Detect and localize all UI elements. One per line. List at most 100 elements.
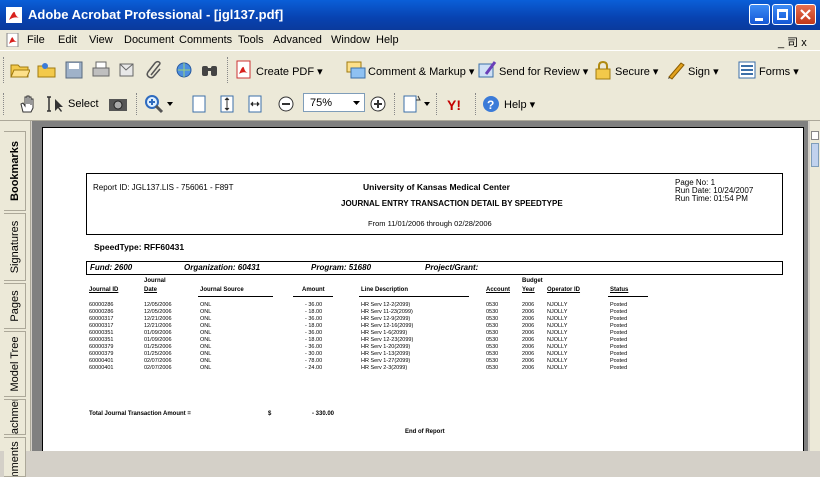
cell-account: 0530 — [486, 358, 499, 364]
navigation-toolbar: Select 75% Y! ? Help ▾ — [0, 88, 820, 121]
menu-tools[interactable]: Tools — [238, 34, 264, 46]
cell-year: 2006 — [522, 323, 535, 329]
hand-tool-icon[interactable] — [18, 94, 38, 114]
cell-description: HR Serv 2-3(2099) — [361, 365, 408, 371]
table-row: 60000286 12/05/2006 ONL - 36.00 HR Serv … — [43, 302, 743, 309]
cell-amount: - 24.00 — [305, 365, 323, 371]
cell-year: 2006 — [522, 316, 535, 322]
total-currency: $ — [268, 411, 272, 417]
rotate-view-icon[interactable] — [402, 94, 422, 114]
menu-edit[interactable]: Edit — [58, 34, 77, 46]
email-icon[interactable] — [118, 60, 138, 80]
tab-comments[interactable]: Comments — [4, 437, 26, 477]
find-binoculars-icon[interactable] — [200, 60, 220, 80]
snapshot-camera-icon[interactable] — [108, 94, 128, 114]
open-folder-icon[interactable] — [10, 60, 30, 80]
cell-amount: - 36.00 — [305, 302, 323, 308]
create-pdf-icon — [236, 60, 251, 79]
vertical-scrollbar[interactable] — [810, 121, 820, 451]
zoom-in-tool-icon[interactable] — [144, 94, 164, 114]
cell-description: HR Serv 12-23(2099) — [361, 337, 414, 343]
cell-amount: - 78.00 — [305, 358, 323, 364]
cell-source: ONL — [200, 344, 212, 350]
tab-attachments[interactable]: Attachments — [4, 399, 26, 435]
menu-comments[interactable]: Comments — [179, 34, 232, 46]
toolbar-grip[interactable] — [436, 93, 440, 115]
rotate-dropdown-arrow-icon[interactable] — [424, 101, 430, 107]
document-icon[interactable] — [6, 33, 20, 47]
select-cursor-icon — [47, 96, 63, 112]
menu-window[interactable]: Window — [331, 34, 370, 46]
minimize-icon — [755, 18, 763, 21]
comment-markup-label: Comment & Markup ▾ — [368, 66, 475, 78]
menu-view[interactable]: View — [89, 34, 113, 46]
cell-journal-id: 60000379 — [89, 351, 114, 357]
toolbar-grip[interactable] — [136, 93, 140, 115]
cell-status: Posted — [610, 323, 628, 329]
col-journal-date-top: Journal — [144, 278, 166, 284]
cell-source: ONL — [200, 358, 212, 364]
date-range: From 11/01/2006 through 02/28/2006 — [368, 219, 492, 228]
document-viewer[interactable]: Report ID: JGL137.LIS - 756061 - F89T Un… — [32, 121, 808, 451]
close-button[interactable] — [795, 4, 816, 25]
fit-width-icon[interactable] — [245, 94, 265, 114]
fit-page-icon[interactable] — [217, 94, 237, 114]
cell-operator: NJOLLY — [547, 316, 568, 322]
comment-markup-icon — [346, 61, 366, 79]
cell-amount: - 36.00 — [305, 316, 323, 322]
zoom-dropdown-arrow-icon[interactable] — [167, 101, 173, 107]
cell-description: HR Serv 11-23(2099) — [361, 309, 413, 315]
cell-operator: NJOLLY — [547, 365, 568, 371]
organizer-icon[interactable] — [37, 60, 57, 80]
menu-file[interactable]: File — [27, 34, 45, 46]
scroll-up-button[interactable] — [811, 131, 819, 140]
zoom-level-select[interactable]: 75% — [303, 93, 365, 112]
cell-operator: NJOLLY — [547, 323, 568, 329]
attach-icon[interactable] — [145, 60, 165, 80]
total-label: Total Journal Transaction Amount = — [89, 411, 191, 417]
actual-size-icon[interactable] — [189, 94, 209, 114]
zoom-in-icon[interactable] — [368, 94, 388, 114]
tab-model-tree[interactable]: Model Tree — [4, 331, 26, 397]
toolbar-grip[interactable] — [3, 57, 7, 83]
header-underline — [198, 296, 273, 297]
cell-journal-id: 60000401 — [89, 358, 114, 364]
menu-document[interactable]: Document — [124, 34, 174, 46]
cell-year: 2006 — [522, 302, 535, 308]
tab-bookmarks[interactable]: Bookmarks — [4, 131, 26, 211]
scroll-thumb[interactable] — [811, 143, 819, 167]
print-icon[interactable] — [91, 60, 111, 80]
toolbar-grip[interactable] — [394, 93, 398, 115]
zoom-level-value: 75% — [310, 97, 333, 109]
cell-journal-id: 60000317 — [89, 323, 114, 329]
maximize-button[interactable] — [772, 4, 793, 25]
tab-signatures[interactable]: Signatures — [4, 213, 26, 281]
zoom-out-icon[interactable] — [276, 94, 296, 114]
chevron-down-icon — [353, 101, 360, 105]
tab-model-tree-label: Model Tree — [8, 336, 21, 392]
tab-pages[interactable]: Pages — [4, 283, 26, 329]
document-window-controls[interactable]: _ 司 x — [778, 34, 807, 50]
cell-description: HR Serv 1-27(2099) — [361, 358, 411, 364]
menu-help[interactable]: Help — [376, 34, 399, 46]
search-globe-icon[interactable] — [175, 60, 195, 80]
menu-advanced[interactable]: Advanced — [273, 34, 322, 46]
cell-operator: NJOLLY — [547, 351, 568, 357]
toolbar-grip[interactable] — [475, 93, 479, 115]
forms-icon — [738, 61, 756, 79]
col-account: Account — [486, 287, 510, 293]
cell-date: 01/25/2006 — [144, 344, 172, 350]
header-underline — [608, 296, 648, 297]
yahoo-search-icon[interactable]: Y! — [446, 94, 466, 114]
minimize-button[interactable] — [749, 4, 770, 25]
end-of-report: End of Report — [405, 429, 445, 435]
cell-date: 01/25/2006 — [144, 351, 172, 357]
table-row: 60000401 02/07/2006 ONL - 78.00 HR Serv … — [43, 358, 743, 365]
toolbar-grip[interactable] — [3, 93, 7, 115]
toolbar-grip[interactable] — [227, 57, 231, 83]
secure-label: Secure ▾ — [615, 66, 659, 78]
tab-pages-label: Pages — [8, 290, 21, 322]
title-bar: Adobe Acrobat Professional - [jgl137.pdf… — [0, 0, 820, 30]
report-id: Report ID: JGL137.LIS - 756061 - F89T — [93, 183, 234, 192]
save-icon[interactable] — [64, 60, 84, 80]
